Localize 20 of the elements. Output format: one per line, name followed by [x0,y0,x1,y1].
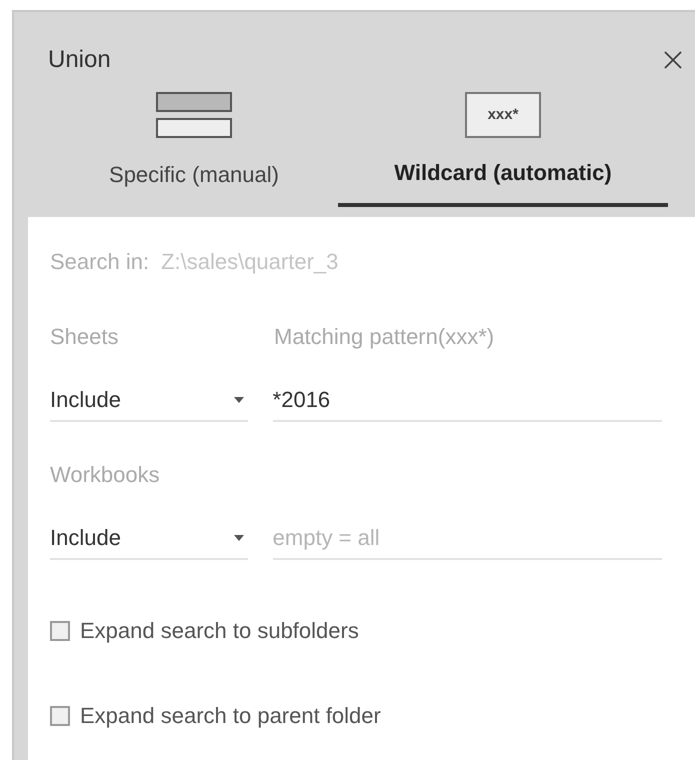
include-dropdown[interactable]: Include [50,521,248,560]
section-label: Workbooks [50,461,161,489]
tab[interactable]: xxx* Wildcard (automatic) [338,86,668,207]
stacked-rows-icon [156,92,232,140]
checkbox[interactable] [50,706,70,726]
wildcard-icon: xxx* [465,92,541,138]
folder-path: Z:\sales\quarter_3 [161,248,338,276]
tab[interactable]: Specific (manual) [64,86,324,207]
include-dropdown[interactable]: Include [50,383,248,422]
option-label: Expand search to subfolders [80,617,359,645]
checkbox[interactable] [50,620,70,640]
option-label: Expand search to parent folder [80,702,381,730]
section-label: Sheets [50,323,120,351]
dialog-title: Union [48,45,111,75]
caret-icon [234,396,244,402]
pattern-field[interactable]: empty = all [272,521,662,560]
search-in-label: Search in: [50,248,150,276]
pattern-field[interactable]: *2016 [272,383,662,422]
caret-icon [234,534,244,540]
pattern-label: Matching pattern(xxx*) [274,323,494,351]
